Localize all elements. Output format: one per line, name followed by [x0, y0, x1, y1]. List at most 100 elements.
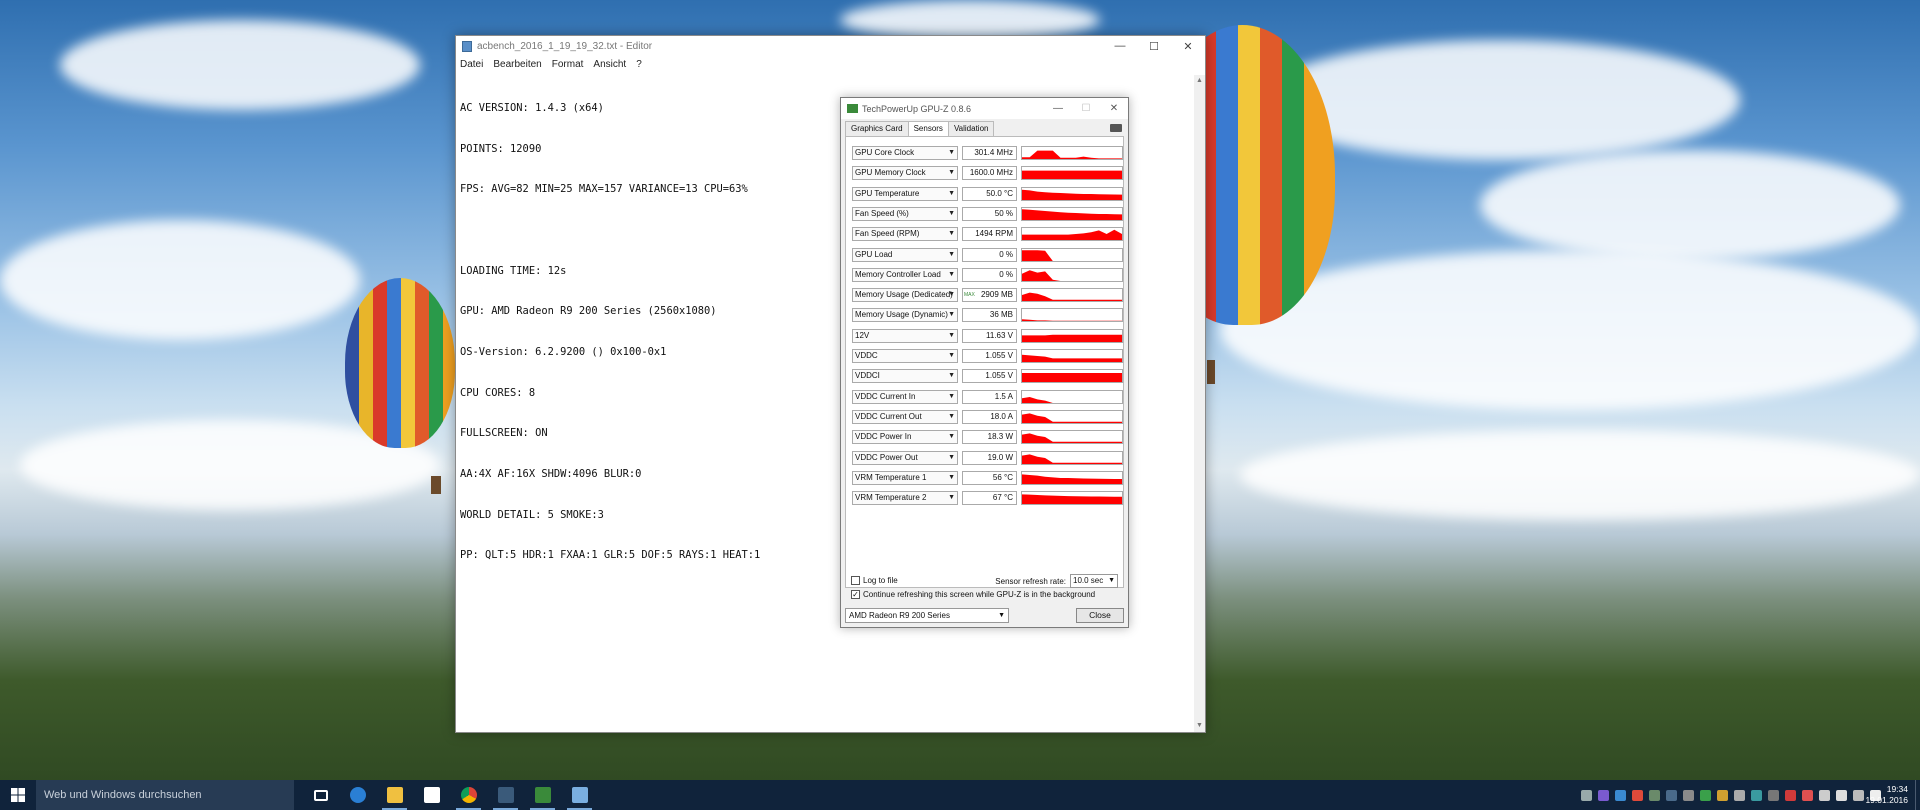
sensor-row: VDDC ▼ 1.055 V — [852, 348, 1123, 364]
sensor-graph — [1021, 450, 1123, 465]
gpu-select-value: AMD Radeon R9 200 Series — [849, 611, 950, 620]
tray-icon[interactable] — [1598, 789, 1609, 801]
sensor-value-text: 36 MB — [989, 310, 1013, 320]
tab-validation[interactable]: Validation — [947, 121, 995, 136]
scroll-down-icon[interactable]: ▼ — [1194, 720, 1205, 732]
checkbox-box[interactable] — [851, 576, 860, 585]
taskbar-notepad[interactable] — [561, 780, 598, 810]
notepad-menubar: Datei Bearbeiten Format Ansicht ? — [456, 56, 1205, 72]
sensor-name-select[interactable]: VDDC Power In ▼ — [852, 430, 958, 445]
tray-icon[interactable] — [1615, 789, 1626, 801]
vertical-scrollbar[interactable]: ▲ ▼ — [1194, 75, 1205, 732]
camera-icon[interactable] — [1110, 124, 1122, 132]
taskbar-clock[interactable]: 19:34 19.01.2016 — [1865, 784, 1908, 806]
log-to-file-checkbox[interactable]: Log to file — [851, 576, 898, 585]
checkbox-box-checked[interactable]: ✓ — [851, 590, 860, 599]
sensor-name-select[interactable]: VDDC Current Out ▼ — [852, 409, 958, 424]
task-view-button[interactable] — [302, 780, 339, 810]
sensor-name: 12V — [855, 330, 870, 340]
taskbar-explorer[interactable] — [376, 780, 413, 810]
sensor-name: Memory Controller Load — [855, 269, 941, 279]
tray-icon[interactable] — [1581, 789, 1592, 801]
sensor-value-text: 18.3 W — [987, 432, 1013, 442]
sensor-name-select[interactable]: GPU Core Clock ▼ — [852, 146, 958, 160]
sensor-graph-svg — [1022, 229, 1122, 241]
balloon-basket — [431, 476, 441, 494]
keyboard-icon[interactable] — [1853, 789, 1864, 801]
menu-format[interactable]: Format — [552, 59, 584, 70]
volume-icon[interactable] — [1836, 789, 1847, 801]
sensor-graph-svg — [1022, 334, 1122, 342]
sensor-name-select[interactable]: Fan Speed (RPM) ▼ — [852, 227, 958, 242]
sensor-graph — [1021, 166, 1123, 181]
continue-refresh-label: Continue refreshing this screen while GP… — [863, 590, 1096, 599]
gpuz-maximize-button[interactable]: ☐ — [1072, 103, 1100, 114]
sensor-graph-svg — [1022, 453, 1122, 464]
refresh-rate-select[interactable]: 10.0 sec ▼ — [1070, 574, 1118, 588]
gpuz-window[interactable]: TechPowerUp GPU-Z 0.8.6 — ☐ ✕ Graphics C… — [840, 97, 1129, 628]
chevron-down-icon: ▼ — [948, 291, 955, 299]
scroll-up-icon[interactable]: ▲ — [1194, 75, 1205, 87]
gpu-select[interactable]: AMD Radeon R9 200 Series ▼ — [845, 608, 1009, 623]
gpuz-close-button[interactable]: ✕ — [1100, 103, 1128, 114]
tray-icon[interactable] — [1666, 789, 1677, 801]
taskbar-edge[interactable] — [339, 780, 376, 810]
sensor-name-select[interactable]: Memory Usage (Dedicated) ▼ — [852, 288, 958, 303]
sensor-name-select[interactable]: GPU Memory Clock ▼ — [852, 166, 958, 181]
sensor-name-select[interactable]: VRM Temperature 1 ▼ — [852, 470, 958, 485]
menu-ansicht[interactable]: Ansicht — [593, 59, 626, 70]
tab-sensors[interactable]: Sensors — [907, 121, 949, 137]
gpuz-titlebar[interactable]: TechPowerUp GPU-Z 0.8.6 — ☐ ✕ — [841, 98, 1128, 119]
tray-icon[interactable] — [1649, 789, 1660, 801]
tab-graphics-card[interactable]: Graphics Card — [845, 121, 909, 136]
gpuz-close-footer-button[interactable]: Close — [1076, 608, 1124, 623]
sensor-graph-svg — [1022, 373, 1122, 383]
notepad-titlebar[interactable]: acbench_2016_1_19_19_32.txt - Editor — ☐… — [456, 36, 1205, 56]
tray-icon[interactable] — [1768, 789, 1779, 801]
gpuz-minimize-button[interactable]: — — [1044, 103, 1072, 114]
sensor-value: 18.3 W — [962, 430, 1017, 445]
sensor-name-select[interactable]: VDDC ▼ — [852, 349, 958, 363]
sensor-name-select[interactable]: GPU Temperature ▼ — [852, 186, 958, 201]
sensor-name-select[interactable]: GPU Load ▼ — [852, 247, 958, 262]
sensor-name-select[interactable]: 12V ▼ — [852, 328, 958, 343]
sensor-name-select[interactable]: Fan Speed (%) ▼ — [852, 206, 958, 221]
continue-refresh-checkbox[interactable]: ✓ Continue refreshing this screen while … — [851, 590, 1095, 599]
tray-icon[interactable] — [1717, 789, 1728, 801]
tray-icon[interactable] — [1683, 789, 1694, 801]
maximize-button[interactable]: ☐ — [1137, 36, 1171, 56]
minimize-button[interactable]: — — [1103, 36, 1137, 56]
sensor-value-text: 0 % — [999, 269, 1013, 279]
sensor-value: 1.5 A — [962, 389, 1017, 404]
tray-icon[interactable] — [1802, 789, 1813, 801]
menu-datei[interactable]: Datei — [460, 59, 483, 70]
close-button[interactable]: ✕ — [1171, 36, 1205, 56]
tray-icon[interactable] — [1785, 789, 1796, 801]
sensor-graph — [1021, 247, 1123, 262]
sensor-name-select[interactable]: VDDC Power Out ▼ — [852, 450, 958, 465]
tray-icon[interactable] — [1700, 789, 1711, 801]
sensor-name-select[interactable]: VDDC Current In ▼ — [852, 389, 958, 404]
taskbar-gpuz[interactable] — [524, 780, 561, 810]
sensor-name-select[interactable]: VRM Temperature 2 ▼ — [852, 491, 958, 506]
tray-icon[interactable] — [1751, 789, 1762, 801]
taskbar-store[interactable] — [413, 780, 450, 810]
tray-icon[interactable] — [1734, 789, 1745, 801]
menu-help[interactable]: ? — [636, 59, 642, 70]
network-icon[interactable] — [1819, 789, 1830, 801]
taskbar-chrome[interactable] — [450, 780, 487, 810]
sensor-value-text: 1.5 A — [994, 391, 1013, 401]
sensor-graph — [1021, 369, 1123, 384]
sensor-name-select[interactable]: Memory Controller Load ▼ — [852, 267, 958, 282]
cloud — [60, 20, 420, 110]
taskbar-search-input[interactable]: Web und Windows durchsuchen — [36, 780, 294, 810]
menu-bearbeiten[interactable]: Bearbeiten — [493, 59, 541, 70]
taskbar-steam[interactable] — [487, 780, 524, 810]
start-button[interactable] — [0, 780, 36, 810]
sensor-graph-svg — [1022, 170, 1122, 180]
sensor-name-select[interactable]: Memory Usage (Dynamic) ▼ — [852, 308, 958, 323]
sensor-name-select[interactable]: VDDCI ▼ — [852, 369, 958, 384]
sensor-graph — [1021, 349, 1123, 363]
tray-icon[interactable] — [1632, 789, 1643, 801]
show-desktop-button[interactable] — [1915, 780, 1920, 810]
